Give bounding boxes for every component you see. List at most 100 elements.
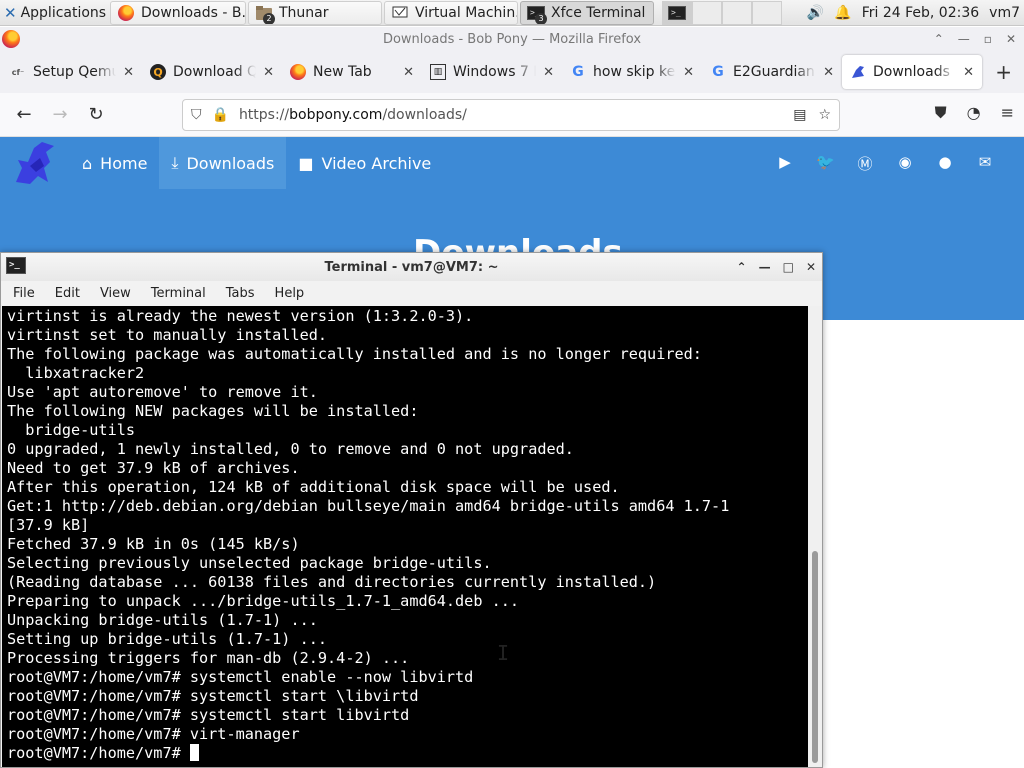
menu-help[interactable]: Help [263, 286, 313, 301]
back-arrow-icon[interactable]: ← [6, 104, 42, 125]
tab-e2guardian[interactable]: G E2Guardian ✕ [702, 55, 842, 89]
tab-close-icon[interactable]: ✕ [123, 65, 134, 80]
url-bar[interactable]: ⛉ 🔒 https://bobpony.com/downloads/ ▤ ☆ [182, 99, 840, 131]
reload-icon[interactable]: ↻ [78, 104, 114, 125]
forward-arrow-icon[interactable]: → [42, 104, 78, 125]
menu-terminal[interactable]: Terminal [139, 286, 214, 301]
tab-close-icon[interactable]: ✕ [823, 65, 834, 80]
system-tray: 🔊 🔔 Fri 24 Feb, 02:36 vm7 [807, 5, 1024, 21]
firefox-favicon-icon [290, 64, 306, 80]
workspace-switcher[interactable]: >_ [662, 0, 782, 25]
tab-close-icon[interactable]: ✕ [403, 65, 414, 80]
pocket-icon[interactable]: ⛊ [935, 103, 947, 123]
bookmark-star-icon[interactable]: ☆ [818, 107, 831, 123]
close-icon[interactable]: ✕ [1006, 32, 1016, 46]
nav-video-archive[interactable]: ■ Video Archive [286, 137, 443, 189]
terminal-line: Preparing to unpack .../bridge-utils_1.7… [7, 592, 520, 610]
minimize-icon[interactable]: — [759, 260, 771, 274]
social-links: ▶ 🐦 Ⓜ ◉ ● ✉ [776, 153, 1024, 174]
close-icon[interactable]: ✕ [806, 260, 816, 274]
tab-setup-qemu[interactable]: cf⁻ Setup Qemu ✕ [2, 55, 142, 89]
nav-downloads[interactable]: ⤓ Downloads [159, 137, 287, 189]
url-text: https://bobpony.com/downloads/ [238, 107, 467, 123]
workspace-4[interactable] [752, 0, 782, 25]
bobpony-logo[interactable] [0, 137, 70, 189]
menu-file[interactable]: File [1, 286, 43, 301]
wiki-favicon-icon: ▥ [430, 64, 446, 80]
menu-edit[interactable]: Edit [43, 286, 88, 301]
maximize-icon[interactable]: □ [783, 260, 794, 274]
tab-windows-7[interactable]: ▥ Windows 7 F ✕ [422, 55, 562, 89]
shade-up-icon[interactable]: ⌃ [737, 260, 747, 274]
cf-favicon-icon: cf⁻ [11, 67, 25, 77]
tab-new-tab[interactable]: New Tab ✕ [282, 55, 422, 89]
minimize-icon[interactable]: — [958, 32, 970, 46]
terminal-titlebar[interactable]: >_ Terminal - vm7@VM7: ~ ⌃ — □ ✕ [1, 253, 822, 281]
terminal-output[interactable]: virtinst is already the newest version (… [2, 306, 808, 767]
nav-home[interactable]: ⌂ Home [70, 137, 159, 189]
video-icon: ■ [298, 153, 314, 173]
tab-close-icon[interactable]: ✕ [543, 65, 554, 80]
folder-icon: 2 [255, 4, 275, 24]
account-icon[interactable]: ◔ [967, 103, 981, 123]
terminal-line: virtinst set to manually installed. [7, 326, 328, 344]
youtube-icon[interactable]: ▶ [776, 153, 794, 174]
terminal-line: (Reading database ... 60138 files and di… [7, 573, 657, 591]
reader-view-icon[interactable]: ▤ [793, 107, 806, 123]
mouse-ibeam-cursor-icon: I [497, 641, 510, 665]
terminal-title: Terminal - vm7@VM7: ~ [324, 259, 499, 275]
volume-icon[interactable]: 🔊 [807, 5, 824, 21]
taskbar-label: Thunar [279, 4, 329, 21]
tab-how-skip-key[interactable]: G how skip key ✕ [562, 55, 702, 89]
taskbar-item-virt-manager[interactable]: Virtual Machin... [384, 0, 518, 25]
github-icon[interactable]: ● [936, 153, 954, 174]
tab-close-icon[interactable]: ✕ [683, 65, 694, 80]
tab-close-icon[interactable]: ✕ [263, 65, 274, 80]
menu-tabs[interactable]: Tabs [214, 286, 263, 301]
tracking-shield-icon[interactable]: ⛉ [191, 107, 202, 123]
taskbar-item-firefox[interactable]: Downloads - B... [110, 0, 246, 25]
google-favicon-icon: G [712, 64, 724, 80]
terminal-window: >_ Terminal - vm7@VM7: ~ ⌃ — □ ✕ File Ed… [0, 252, 823, 768]
xfce-logo-icon: ✕ [4, 3, 17, 22]
terminal-menubar: File Edit View Terminal Tabs Help [1, 281, 822, 305]
text-cursor [189, 744, 199, 761]
user-menu[interactable]: vm7 [989, 5, 1020, 21]
notification-bell-icon[interactable]: 🔔 [834, 5, 851, 21]
scrollbar-thumb[interactable] [812, 551, 818, 763]
tab-close-icon[interactable]: ✕ [963, 65, 974, 80]
terminal-line: root@VM7:/home/vm7# systemctl start \lib… [7, 687, 419, 705]
twitter-icon[interactable]: 🐦 [816, 153, 835, 174]
restore-icon[interactable]: ▫ [984, 32, 992, 46]
terminal-prompt-line[interactable]: root@VM7:/home/vm7# [7, 744, 808, 763]
mastodon-icon[interactable]: Ⓜ [856, 153, 874, 174]
email-icon[interactable]: ✉ [976, 153, 994, 174]
firefox-titlebar: Downloads - Bob Pony — Mozilla Firefox ⌃… [0, 27, 1024, 51]
taskbar-label: Virtual Machin... [415, 4, 518, 21]
terminal-line: Setting up bridge-utils (1.7-1) ... [7, 630, 328, 648]
new-tab-plus-icon[interactable]: + [995, 60, 1012, 84]
workspace-1[interactable]: >_ [662, 0, 692, 25]
taskbar-item-terminal[interactable]: >_ 3 Xfce Terminal [520, 0, 654, 25]
terminal-line: libxatracker2 [7, 364, 145, 382]
menu-view[interactable]: View [88, 286, 139, 301]
terminal-scrollbar[interactable] [808, 306, 822, 767]
hamburger-menu-icon[interactable]: ≡ [1001, 103, 1014, 123]
applications-menu-button[interactable]: ✕ Applications [0, 0, 110, 26]
workspace-3[interactable] [722, 0, 752, 25]
workspace-2[interactable] [692, 0, 722, 25]
bobpony-favicon-icon [850, 64, 866, 80]
terminal-icon: >_ 3 [527, 4, 547, 24]
lock-icon[interactable]: 🔒 [212, 107, 229, 123]
terminal-line: Selecting previously unselected package … [7, 554, 492, 572]
site-navbar: ⌂ Home ⤓ Downloads ■ Video Archive ▶ 🐦 Ⓜ… [0, 137, 1024, 189]
discord-icon[interactable]: ◉ [896, 153, 914, 174]
nav-label: Video Archive [321, 153, 432, 173]
maximize-up-icon[interactable]: ⌃ [934, 32, 944, 46]
tab-download-q[interactable]: Q Download Q ✕ [142, 55, 282, 89]
taskbar-item-thunar[interactable]: 2 Thunar [248, 0, 382, 25]
terminal-prompt: root@VM7:/home/vm7# [7, 744, 190, 762]
firefox-navbar: ← → ↻ ⛉ 🔒 https://bobpony.com/downloads/… [0, 93, 1024, 137]
tab-downloads[interactable]: Downloads ✕ [842, 55, 982, 89]
clock[interactable]: Fri 24 Feb, 02:36 [862, 5, 979, 21]
